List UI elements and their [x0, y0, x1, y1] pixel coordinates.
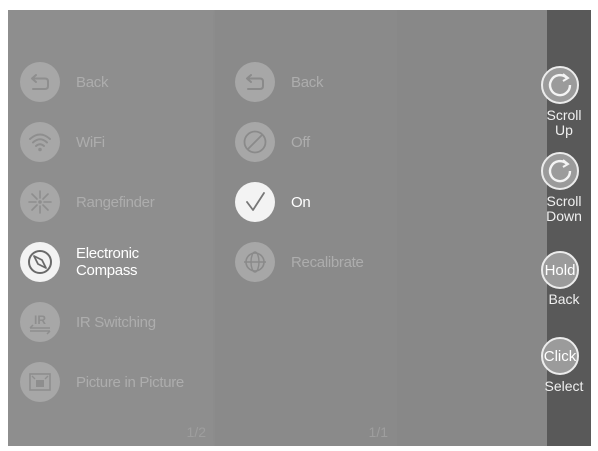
page-indicator: 1/2	[186, 424, 206, 440]
menu-item-back[interactable]: Back	[20, 60, 108, 104]
back-arrow-icon	[235, 62, 275, 102]
hold-action-label: Back	[548, 291, 580, 307]
page-indicator: 1/1	[368, 424, 388, 440]
menu-item-ir-switching[interactable]: IR IR Switching	[20, 300, 156, 344]
menu-item-label: Electronic Compass	[76, 245, 139, 279]
off-icon	[235, 122, 275, 162]
checkmark-icon	[235, 182, 275, 222]
menu-item-label: Rangefinder	[76, 193, 155, 211]
submenu-item-on[interactable]: On	[235, 180, 311, 224]
compass-submenu-panel: Back Off On Recalibrate 1/1	[215, 10, 397, 446]
scroll-down-button[interactable]	[541, 152, 579, 190]
back-arrow-icon	[20, 62, 60, 102]
compass-icon	[20, 242, 60, 282]
rotate-clockwise-icon	[548, 159, 572, 183]
menu-item-wifi[interactable]: WiFi	[20, 120, 105, 164]
scroll-up-button[interactable]	[541, 66, 579, 104]
menu-item-picture-in-picture[interactable]: Picture in Picture	[20, 360, 184, 404]
submenu-item-label: Recalibrate	[291, 253, 364, 271]
recalibrate-icon	[235, 242, 275, 282]
scroll-up-label: Scroll Up	[546, 107, 582, 138]
submenu-item-recalibrate[interactable]: Recalibrate	[235, 240, 364, 284]
rotate-clockwise-icon	[548, 73, 572, 97]
main-menu-panel: Back WiFi Rangefinder Electronic Compass…	[8, 10, 215, 446]
click-button[interactable]: Click	[541, 337, 579, 375]
submenu-item-label: On	[291, 193, 311, 211]
rangefinder-icon	[20, 182, 60, 222]
hold-button[interactable]: Hold	[541, 251, 579, 289]
scroll-down-label: Scroll Down	[546, 193, 582, 224]
menu-item-rangefinder[interactable]: Rangefinder	[20, 180, 155, 224]
submenu-item-label: Off	[291, 133, 310, 151]
menu-item-label: Back	[76, 73, 109, 91]
menu-item-label: IR Switching	[76, 313, 156, 331]
submenu-item-label: Back	[291, 73, 324, 91]
svg-text:IR: IR	[34, 313, 46, 327]
submenu-item-back[interactable]: Back	[235, 60, 323, 104]
click-action-label: Select	[544, 378, 584, 394]
ir-icon: IR	[20, 302, 60, 342]
submenu-item-off[interactable]: Off	[235, 120, 310, 164]
device-screen: Back WiFi Rangefinder Electronic Compass…	[8, 10, 591, 446]
menu-item-label: Picture in Picture	[76, 373, 184, 391]
click-button-label: Click	[543, 347, 577, 365]
empty-panel	[397, 10, 547, 446]
menu-item-label: WiFi	[76, 133, 105, 151]
wifi-icon	[20, 122, 60, 162]
picture-in-picture-icon	[20, 362, 60, 402]
menu-item-electronic-compass[interactable]: Electronic Compass	[20, 240, 139, 284]
hold-button-label: Hold	[544, 261, 576, 279]
